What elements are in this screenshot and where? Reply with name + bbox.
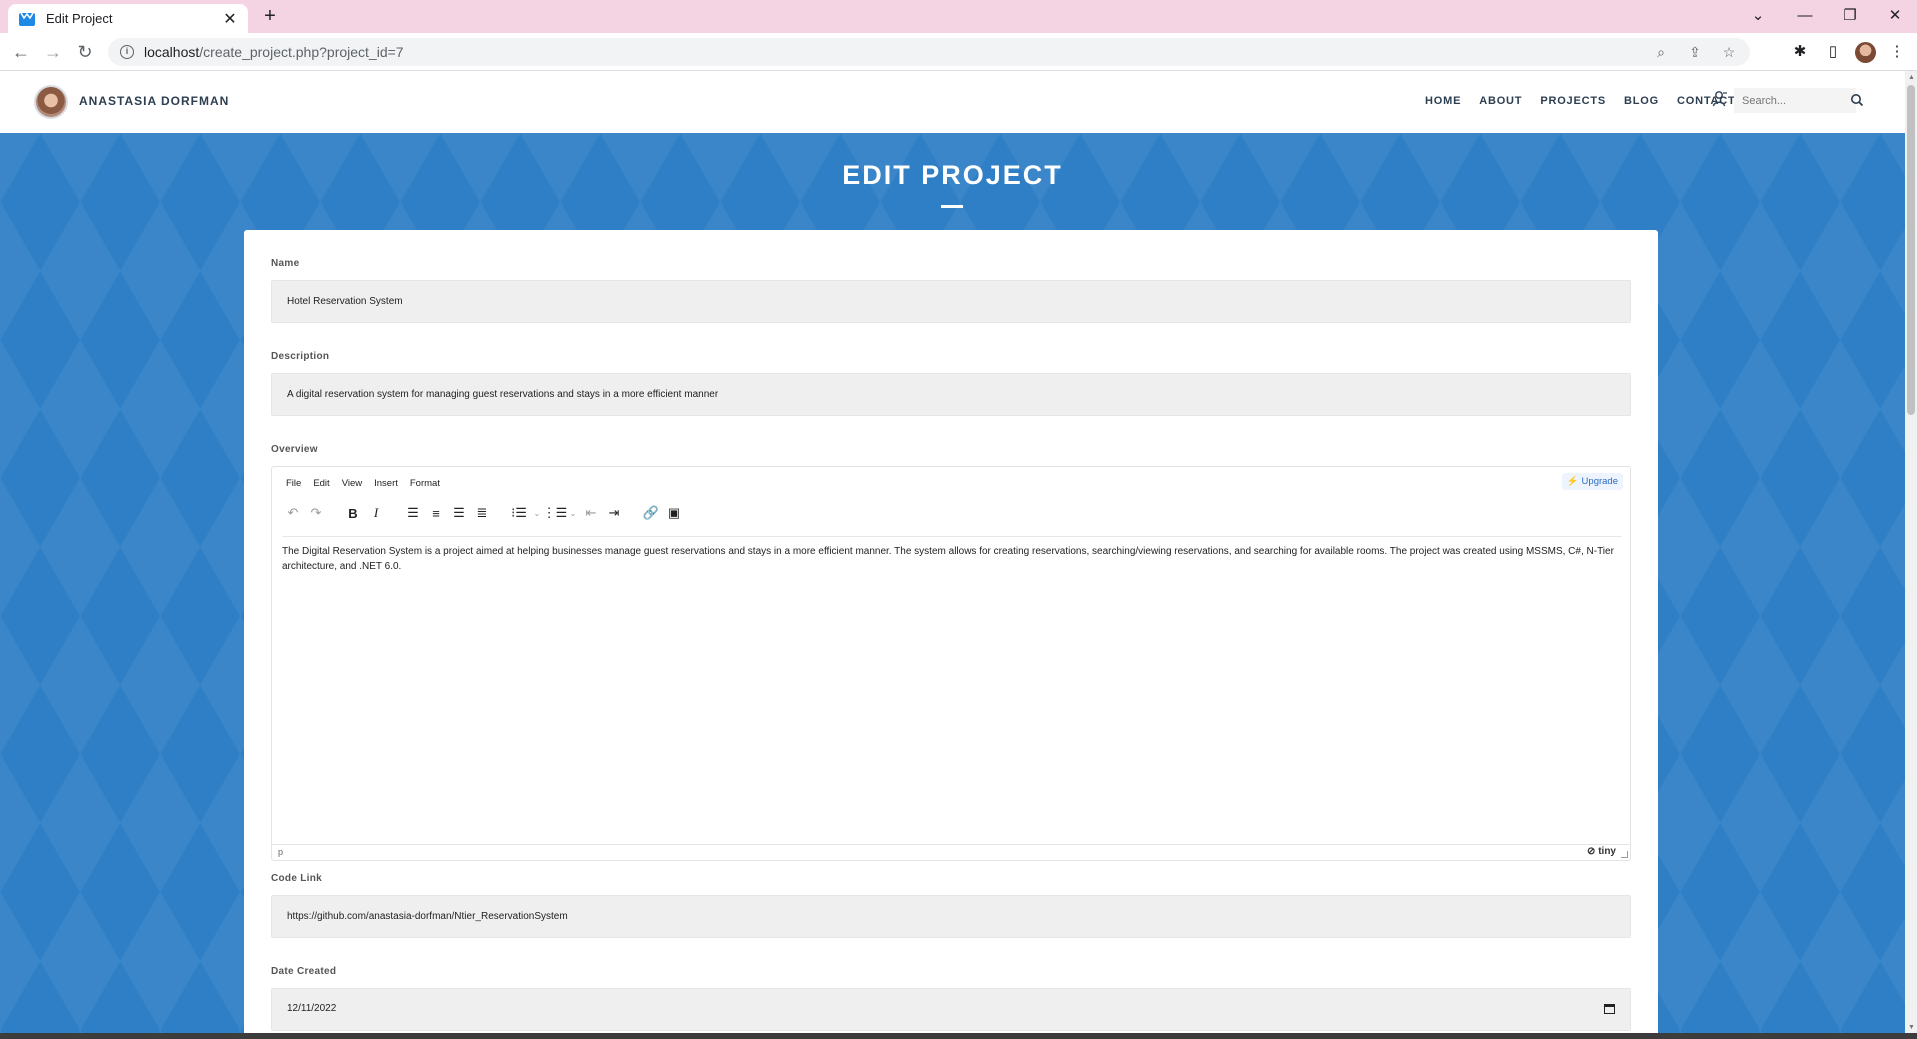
indent-icon[interactable]: ⇥: [605, 504, 623, 522]
tab-title: Edit Project: [46, 11, 113, 26]
forward-button[interactable]: →: [41, 40, 65, 64]
logo-avatar[interactable]: [34, 85, 68, 119]
browser-tab-bar: Edit Project ✕ + ⌄ — ❐ ✕: [0, 0, 1917, 33]
outdent-icon[interactable]: ⇤: [582, 504, 600, 522]
nav-blog[interactable]: BLOG: [1624, 95, 1659, 107]
description-input[interactable]: A digital reservation system for managin…: [271, 373, 1631, 416]
close-window-button[interactable]: ✕: [1883, 5, 1907, 27]
editor-menu-file[interactable]: File: [286, 478, 301, 489]
numbered-list-icon[interactable]: ⋮☰: [543, 504, 568, 522]
search-icon[interactable]: [1850, 93, 1864, 107]
bottom-strip: [0, 1033, 1917, 1039]
tab-search-icon[interactable]: ⌄: [1746, 5, 1770, 27]
redo-icon[interactable]: ↷: [307, 504, 325, 522]
lightning-icon: ⚡: [1566, 476, 1579, 487]
editor-menu-edit[interactable]: Edit: [313, 478, 329, 489]
address-bar[interactable]: i localhost/create_project.php?project_i…: [108, 38, 1750, 66]
close-tab-icon[interactable]: ✕: [222, 9, 238, 29]
image-icon[interactable]: ▣: [665, 504, 683, 522]
extensions-icon[interactable]: ✱: [1790, 42, 1810, 62]
italic-icon[interactable]: I: [367, 504, 385, 522]
description-label: Description: [271, 351, 330, 362]
align-justify-icon[interactable]: ≣: [473, 504, 491, 522]
editor-content[interactable]: The Digital Reservation System is a proj…: [282, 536, 1622, 574]
tiny-logo[interactable]: ⊘ tiny: [1587, 846, 1616, 857]
overview-rich-text-editor[interactable]: File Edit View Insert Format ⚡ Upgrade ↶…: [271, 466, 1631, 861]
bookmark-star-icon[interactable]: ☆: [1720, 43, 1738, 61]
page-title: EDIT PROJECT: [842, 160, 1063, 190]
zoom-icon[interactable]: ⌕: [1652, 43, 1670, 61]
main-nav: HOME ABOUT PROJECTS BLOG CONTACT: [1425, 95, 1754, 107]
side-panel-icon[interactable]: ▯: [1823, 42, 1843, 62]
editor-menu-insert[interactable]: Insert: [374, 478, 398, 489]
resize-handle-icon[interactable]: [1621, 851, 1628, 858]
editor-statusbar: p ⊘ tiny: [272, 844, 1630, 860]
restore-button[interactable]: ❐: [1838, 5, 1862, 27]
brand-name[interactable]: ANASTASIA DORFMAN: [79, 94, 229, 108]
name-input[interactable]: Hotel Reservation System: [271, 280, 1631, 323]
edit-project-form: Name Hotel Reservation System Descriptio…: [244, 230, 1658, 1039]
date-created-value: 12/11/2022: [287, 1003, 337, 1014]
code-link-input[interactable]: https://github.com/anastasia-dorfman/Nti…: [271, 895, 1631, 938]
code-link-label: Code Link: [271, 873, 323, 884]
element-path[interactable]: p: [278, 847, 283, 857]
undo-icon[interactable]: ↶: [284, 504, 302, 522]
nav-projects[interactable]: PROJECTS: [1540, 95, 1606, 107]
site-header: ANASTASIA DORFMAN HOME ABOUT PROJECTS BL…: [0, 71, 1905, 133]
name-label: Name: [271, 258, 300, 269]
profile-avatar[interactable]: [1855, 42, 1876, 63]
new-tab-button[interactable]: +: [260, 6, 280, 26]
share-icon[interactable]: ⇪: [1686, 43, 1704, 61]
scroll-up-arrow-icon[interactable]: ▲: [1908, 74, 1915, 81]
overview-label: Overview: [271, 444, 318, 455]
browser-toolbar: ← → ↻ i localhost/create_project.php?pro…: [0, 33, 1917, 71]
numbered-list-chevron-icon[interactable]: ⌄: [569, 504, 577, 522]
upgrade-label: Upgrade: [1581, 476, 1618, 487]
align-right-icon[interactable]: ☰: [450, 504, 468, 522]
site-info-icon[interactable]: i: [120, 45, 134, 59]
bullet-list-icon[interactable]: ⁝☰: [510, 504, 528, 522]
editor-toolbar: ↶ ↷ B I ☰ ≡ ☰ ≣ ⁝☰ ⌄ ⋮☰ ⌄ ⇤ ⇥ 🔗 ▣: [284, 502, 688, 524]
nav-home[interactable]: HOME: [1425, 95, 1461, 107]
scroll-down-arrow-icon[interactable]: ▼: [1908, 1024, 1915, 1031]
site-search-input[interactable]: [1734, 88, 1856, 113]
link-icon[interactable]: 🔗: [642, 504, 660, 522]
date-created-input[interactable]: 12/11/2022: [271, 988, 1631, 1031]
user-account-icon[interactable]: [1712, 90, 1728, 108]
date-created-label: Date Created: [271, 966, 337, 977]
url-text[interactable]: localhost/create_project.php?project_id=…: [144, 44, 1636, 60]
editor-menu-view[interactable]: View: [342, 478, 362, 489]
favicon-icon: [19, 12, 35, 26]
calendar-icon[interactable]: [1604, 1003, 1615, 1014]
scrollbar-thumb[interactable]: [1907, 85, 1915, 415]
reload-button[interactable]: ↻: [73, 40, 97, 64]
back-button[interactable]: ←: [9, 40, 33, 64]
minimize-button[interactable]: —: [1793, 5, 1817, 27]
align-center-icon[interactable]: ≡: [427, 504, 445, 522]
title-divider: [941, 205, 963, 208]
bullet-list-chevron-icon[interactable]: ⌄: [533, 504, 541, 522]
editor-menu-format[interactable]: Format: [410, 478, 440, 489]
align-left-icon[interactable]: ☰: [404, 504, 422, 522]
hero-section: EDIT PROJECT Name Hotel Reservation Syst…: [0, 133, 1905, 1039]
bold-icon[interactable]: B: [344, 504, 362, 522]
upgrade-button[interactable]: ⚡ Upgrade: [1561, 473, 1623, 490]
page-scrollbar[interactable]: ▲ ▼: [1905, 71, 1917, 1033]
editor-menubar: File Edit View Insert Format: [286, 478, 452, 489]
browser-tab[interactable]: Edit Project ✕: [8, 4, 248, 33]
menu-dots-icon[interactable]: ⋮: [1887, 42, 1907, 62]
nav-about[interactable]: ABOUT: [1479, 95, 1522, 107]
